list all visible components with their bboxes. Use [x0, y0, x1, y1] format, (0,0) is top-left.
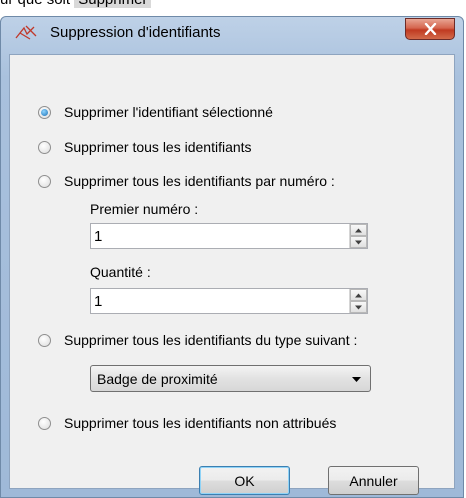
first-number-label: Premier numéro : — [90, 201, 199, 217]
radio-button[interactable] — [38, 174, 51, 188]
option-delete-unassigned[interactable]: Supprimer tous les identifiants non attr… — [38, 413, 336, 433]
option-label: Supprimer tous les identifiants du type … — [64, 332, 358, 348]
decrement-button[interactable] — [350, 236, 367, 248]
radio-button[interactable] — [38, 140, 51, 154]
option-label: Supprimer tous les identifiants — [64, 139, 252, 155]
increment-button[interactable] — [350, 224, 367, 236]
decrement-button[interactable] — [350, 301, 367, 313]
dialog-window: Suppression d'identifiants Supprimer l'i… — [0, 16, 464, 498]
window-title: Suppression d'identifiants — [50, 24, 221, 41]
first-number-stepper[interactable] — [90, 223, 368, 249]
stepper-buttons — [349, 289, 367, 313]
background-text-highlight: Supprimer — [74, 0, 152, 8]
option-label: Supprimer l'identifiant sélectionné — [64, 104, 273, 120]
app-icon — [14, 24, 38, 42]
close-button[interactable] — [405, 18, 455, 40]
dialog-content: Supprimer l'identifiant sélectionné Supp… — [9, 54, 455, 495]
close-icon — [424, 23, 437, 35]
quantity-input[interactable] — [91, 289, 347, 313]
cancel-button[interactable]: Annuler — [328, 466, 419, 495]
first-number-input[interactable] — [91, 224, 347, 248]
background-text-prefix: ur que soit — [0, 0, 70, 8]
arrow-up-icon — [355, 293, 362, 298]
radio-button[interactable] — [38, 105, 51, 119]
arrow-down-icon — [355, 240, 362, 245]
radio-button[interactable] — [38, 333, 51, 347]
quantity-stepper[interactable] — [90, 288, 368, 314]
increment-button[interactable] — [350, 289, 367, 301]
arrow-up-icon — [355, 228, 362, 233]
arrow-down-icon — [355, 305, 362, 310]
type-select[interactable]: Badge de proximité — [90, 365, 371, 392]
quantity-label: Quantité : — [90, 264, 151, 280]
option-delete-selected[interactable]: Supprimer l'identifiant sélectionné — [38, 102, 273, 122]
title-bar[interactable]: Suppression d'identifiants — [1, 17, 463, 50]
option-label: Supprimer tous les identifiants non attr… — [64, 415, 337, 431]
option-delete-by-number[interactable]: Supprimer tous les identifiants par numé… — [38, 171, 335, 191]
stepper-buttons — [349, 224, 367, 248]
chevron-down-icon — [352, 377, 361, 382]
option-delete-by-type[interactable]: Supprimer tous les identifiants du type … — [38, 330, 357, 350]
background-text: ur que soit Supprimer — [0, 0, 152, 8]
ok-button[interactable]: OK — [199, 466, 290, 495]
option-delete-all[interactable]: Supprimer tous les identifiants — [38, 137, 252, 157]
option-label: Supprimer tous les identifiants par numé… — [64, 173, 335, 189]
type-select-value: Badge de proximité — [97, 371, 218, 387]
radio-button[interactable] — [38, 416, 51, 430]
